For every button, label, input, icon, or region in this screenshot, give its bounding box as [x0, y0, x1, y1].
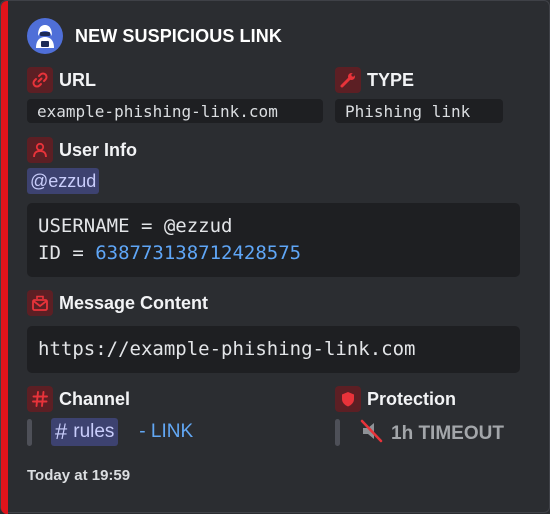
user-icon — [27, 137, 53, 163]
user-info-codeblock: USERNAME = @ezzud ID = 63877313871242857… — [27, 203, 520, 277]
field-channel-title: Channel — [27, 386, 130, 412]
field-type-title: TYPE — [335, 67, 414, 93]
field-protection-label: Protection — [367, 388, 457, 409]
field-protection-title: Protection — [335, 386, 456, 412]
field-user-info-label: User Info — [59, 139, 138, 160]
wrench-icon — [335, 67, 361, 93]
embed-card: NEW SUSPICIOUS LINK URL example-phishing… — [0, 0, 550, 514]
shield-icon — [335, 386, 361, 412]
code-id-line: ID = 638773138712428575 — [38, 240, 509, 267]
field-url-label: URL — [59, 69, 96, 90]
link-icon — [27, 67, 53, 93]
field-message-content-title: Message Content — [27, 290, 208, 316]
embed-author: NEW SUSPICIOUS LINK — [27, 18, 282, 54]
user-mention[interactable]: @ezzud — [27, 168, 100, 194]
embed-footer-timestamp: Today at 19:59 — [27, 467, 131, 484]
type-value: Phishing link — [335, 99, 503, 123]
field-type-label: TYPE — [367, 69, 415, 90]
field-user-info-title: User Info — [27, 137, 137, 163]
hacker-avatar-icon[interactable] — [27, 18, 63, 54]
code-username-line: USERNAME = @ezzud — [38, 215, 233, 237]
protection-value: 1h TIMEOUT — [359, 418, 504, 449]
url-value: example-phishing-link.com — [27, 99, 323, 123]
channel-hash-icon: # — [55, 419, 68, 444]
field-url-title: URL — [27, 67, 96, 93]
channel-mention[interactable]: # rules — [51, 418, 119, 446]
channel-mention-name: rules — [73, 421, 115, 442]
embed-author-name: NEW SUSPICIOUS LINK — [75, 25, 282, 46]
code-id-label: ID = — [38, 242, 96, 264]
message-content-codeblock: https://example-phishing-link.com — [27, 326, 520, 373]
protection-quote-bar — [335, 419, 340, 446]
embed-accent-bar — [1, 1, 8, 514]
protection-value-text: 1h TIMEOUT — [391, 422, 504, 444]
channel-quote-bar — [27, 419, 32, 446]
channel-suffix: - LINK — [134, 421, 194, 442]
field-channel-label: Channel — [59, 388, 131, 409]
envelope-icon — [27, 290, 53, 316]
muted-speaker-icon — [359, 418, 385, 449]
field-message-content-label: Message Content — [59, 292, 209, 313]
code-id-value: 638773138712428575 — [95, 242, 302, 264]
hash-icon — [27, 386, 53, 412]
